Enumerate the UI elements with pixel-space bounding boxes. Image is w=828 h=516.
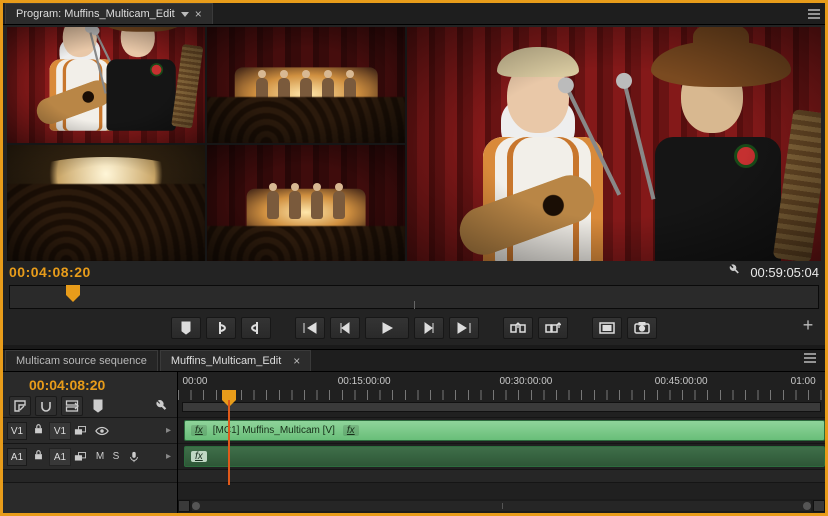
program-scrub-bar[interactable] [9, 285, 819, 309]
fx-badge[interactable]: fx [343, 425, 359, 436]
timeline-timecode[interactable]: 00:04:08:20 [3, 372, 177, 394]
clip-audio[interactable]: fx [184, 446, 825, 467]
zoom-handle-right[interactable] [813, 500, 825, 512]
step-forward-button[interactable] [414, 317, 444, 339]
timeline-zoom-scrollbar[interactable] [178, 499, 825, 513]
multicam-camera-3[interactable] [7, 145, 205, 261]
program-timecode-duration[interactable]: 00:59:05:04 [750, 265, 819, 280]
timeline-tab-edit-close-icon[interactable]: × [293, 354, 300, 368]
timeline-settings-wrench-icon[interactable] [149, 396, 171, 416]
chevron-right-icon[interactable]: ▸ [166, 425, 173, 436]
app-root: Program: Muffins_Multicam_Edit × [0, 0, 828, 516]
program-monitor-panel: Program: Muffins_Multicam_Edit × [3, 3, 825, 345]
safe-margins-button[interactable] [592, 317, 622, 339]
timeline-tools-row [3, 394, 177, 418]
timeline-tab-source[interactable]: Multicam source sequence [5, 350, 158, 371]
track-target-v1[interactable]: V1 [49, 422, 71, 440]
track-v1[interactable]: fx [MC1] Muffins_Multicam [V] fx [178, 418, 825, 444]
fx-badge[interactable]: fx [191, 425, 207, 436]
solo-button[interactable]: S [109, 451, 123, 462]
mark-out-button[interactable] [241, 317, 271, 339]
timeline-body: 00:04:08:20 V1 V1 ▸ A1 [3, 372, 825, 513]
timeline-playhead[interactable] [222, 390, 236, 400]
eye-icon[interactable] [93, 422, 111, 440]
step-back-button[interactable] [330, 317, 360, 339]
voiceover-mic-icon[interactable] [125, 448, 143, 466]
multicam-camera-4[interactable] [207, 145, 405, 261]
source-patch-v1[interactable]: V1 [7, 422, 27, 440]
mute-button[interactable]: M [93, 451, 107, 462]
time-ruler[interactable]: 00:00 00:15:00:00 00:30:00:00 00:45:00:0… [178, 372, 825, 418]
lift-button[interactable] [503, 317, 533, 339]
lock-icon[interactable] [29, 449, 47, 464]
timeline-tab-edit-label: Muffins_Multicam_Edit [171, 355, 281, 367]
program-playhead[interactable] [66, 285, 80, 295]
timeline-tab-bar: Multicam source sequence Muffins_Multica… [3, 350, 825, 372]
clip-video[interactable]: fx [MC1] Muffins_Multicam [V] fx [184, 420, 825, 441]
play-button[interactable] [365, 317, 409, 339]
nest-sequence-icon[interactable] [9, 396, 31, 416]
timeline-panel: Multicam source sequence Muffins_Multica… [3, 349, 825, 513]
mark-in-button[interactable] [206, 317, 236, 339]
chevron-right-icon[interactable]: ▸ [166, 451, 173, 462]
add-marker-icon[interactable] [87, 396, 109, 416]
program-output-view[interactable] [407, 27, 821, 261]
track-header-v1[interactable]: V1 V1 ▸ [3, 418, 177, 444]
toggle-track-output-icon[interactable] [73, 448, 91, 466]
clip-video-label: [MC1] Muffins_Multicam [V] [213, 425, 335, 436]
snap-icon[interactable] [35, 396, 57, 416]
program-tab-menu-icon[interactable] [181, 12, 189, 17]
program-tab-close-icon[interactable]: × [195, 7, 202, 21]
extract-button[interactable] [538, 317, 568, 339]
ruler-label: 01:00 [791, 376, 816, 387]
program-tab[interactable]: Program: Muffins_Multicam_Edit × [5, 3, 213, 24]
timeline-tracks-area[interactable]: 00:00 00:15:00:00 00:30:00:00 00:45:00:0… [178, 372, 825, 513]
track-target-a1[interactable]: A1 [49, 448, 71, 466]
button-editor-add-icon[interactable]: + [799, 316, 817, 334]
add-marker-button[interactable] [171, 317, 201, 339]
track-extra [178, 470, 825, 483]
program-panel-menu-button[interactable] [803, 3, 825, 24]
export-frame-button[interactable] [627, 317, 657, 339]
program-video-area [7, 27, 821, 261]
toggle-track-output-icon[interactable] [73, 422, 91, 440]
track-header-a1[interactable]: A1 A1 M S ▸ [3, 444, 177, 470]
settings-wrench-icon[interactable] [726, 263, 740, 282]
work-area-bar[interactable] [182, 402, 821, 412]
multicam-camera-1[interactable] [7, 27, 205, 143]
transport-controls: + [3, 315, 825, 341]
ruler-label: 00:00 [182, 376, 207, 387]
track-a1[interactable]: fx [178, 444, 825, 470]
timeline-panel-menu-button[interactable] [799, 353, 821, 363]
timeline-header-column: 00:04:08:20 V1 V1 ▸ A1 [3, 372, 178, 513]
zoom-handle-left[interactable] [178, 500, 190, 512]
goto-in-button[interactable] [295, 317, 325, 339]
program-timecode-row: 00:04:08:20 00:59:05:04 [9, 263, 819, 281]
program-timecode-current[interactable]: 00:04:08:20 [9, 264, 91, 280]
ruler-label: 00:15:00:00 [338, 376, 391, 387]
ruler-label: 00:30:00:00 [500, 376, 553, 387]
linked-selection-icon[interactable] [61, 396, 83, 416]
timeline-tab-source-label: Multicam source sequence [16, 355, 147, 367]
track-header-extra [3, 470, 177, 483]
program-tab-label: Program: Muffins_Multicam_Edit [16, 8, 175, 20]
timeline-tab-edit[interactable]: Muffins_Multicam_Edit × [160, 350, 311, 371]
goto-out-button[interactable] [449, 317, 479, 339]
ruler-label: 00:45:00:00 [655, 376, 708, 387]
program-tab-bar: Program: Muffins_Multicam_Edit × [3, 3, 825, 25]
multicam-grid [7, 27, 405, 261]
lock-icon[interactable] [29, 423, 47, 438]
multicam-camera-2[interactable] [207, 27, 405, 143]
source-patch-a1[interactable]: A1 [7, 448, 27, 466]
fx-badge[interactable]: fx [191, 451, 207, 462]
